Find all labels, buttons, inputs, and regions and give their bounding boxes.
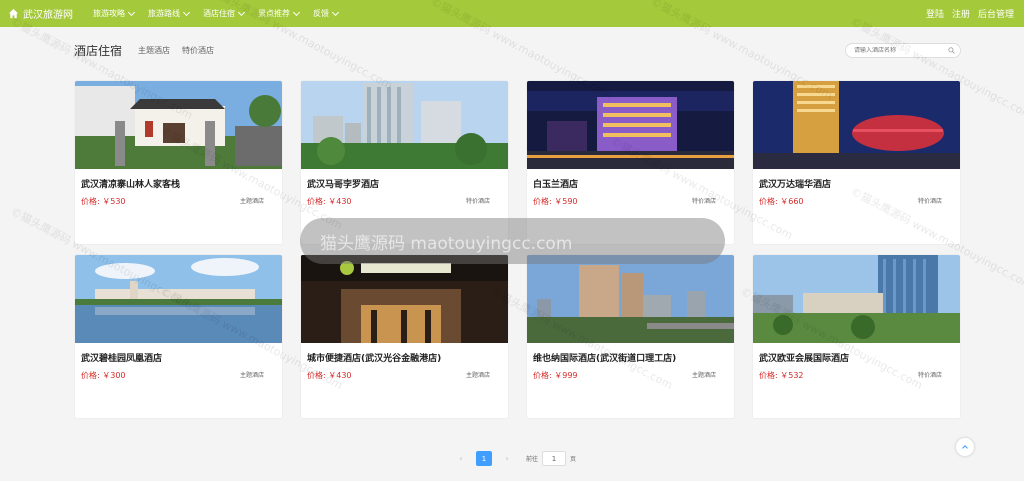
pagination: ‹ 1 › 前往 1 页 <box>456 451 576 466</box>
hotel-search <box>845 43 961 58</box>
hotel-category: 主题酒店 <box>239 372 264 379</box>
chevron-down-icon <box>292 8 301 16</box>
hotel-name: 武汉马哥孛罗酒店 <box>307 180 380 190</box>
main-nav: 旅游攻略 旅游路线 酒店住宿 景点推荐 反馈 <box>93 8 352 19</box>
hotel-price: 价格: ￥532 <box>759 371 804 380</box>
hotel-card[interactable]: 武汉万达瑞华酒店 价格: ￥660 特价酒店 <box>752 80 961 245</box>
hotel-price: 价格: ￥300 <box>81 371 126 380</box>
hotel-photo <box>753 81 960 169</box>
hotel-name: 武汉清凉寨山林人家客栈 <box>81 180 181 190</box>
hotel-price: 价格: ￥430 <box>307 197 352 206</box>
hotel-category: 特价酒店 <box>917 198 942 205</box>
chevron-down-icon <box>127 8 136 16</box>
tab-theme-hotels[interactable]: 主题酒店 <box>138 45 170 56</box>
hotel-name: 武汉万达瑞华酒店 <box>759 180 832 190</box>
page-unit-label: 页 <box>570 456 577 463</box>
hotel-card[interactable]: 城市便捷酒店(武汉光谷金融港店) 价格: ￥430 主题酒店 <box>300 254 509 419</box>
hotel-name: 武汉欧亚会展国际酒店 <box>759 354 850 364</box>
login-link[interactable]: 登陆 <box>926 7 944 20</box>
hotel-category: 特价酒店 <box>465 198 490 205</box>
site-brand[interactable]: 武汉旅游网 <box>8 6 73 21</box>
hotel-photo <box>75 81 282 169</box>
nav-item-travel-routes[interactable]: 旅游路线 <box>148 8 191 19</box>
page-title: 酒店住宿 <box>74 44 123 58</box>
hotel-photo <box>527 255 734 343</box>
hotel-category: 主题酒店 <box>465 372 490 379</box>
page-number-current[interactable]: 1 <box>476 451 492 466</box>
hotel-category: 特价酒店 <box>917 372 942 379</box>
hotel-price: 价格: ￥660 <box>759 197 804 206</box>
hotel-card[interactable]: 武汉清凉寨山林人家客栈 价格: ￥530 主题酒店 <box>74 80 283 245</box>
hotel-name: 白玉兰酒店 <box>533 180 579 190</box>
hotel-photo <box>301 255 508 343</box>
hotel-name: 城市便捷酒店(武汉光谷金融港店) <box>307 354 442 364</box>
hotel-card[interactable]: 武汉碧桂园凤凰酒店 价格: ￥300 主题酒店 <box>74 254 283 419</box>
hotel-card[interactable]: 武汉欧亚会展国际酒店 价格: ￥532 特价酒店 <box>752 254 961 419</box>
hotel-category: 特价酒店 <box>691 198 716 205</box>
chevron-right-icon: › <box>505 454 509 463</box>
chevron-down-icon <box>182 8 191 16</box>
hotel-photo <box>75 255 282 343</box>
chevron-up-icon <box>962 445 968 451</box>
nav-item-feedback[interactable]: 反馈 <box>313 8 340 19</box>
chevron-down-icon <box>331 8 340 16</box>
home-icon <box>8 8 19 19</box>
hotel-price: 价格: ￥430 <box>307 371 352 380</box>
admin-link[interactable]: 后台管理 <box>978 7 1014 20</box>
nav-item-label: 酒店住宿 <box>203 9 235 18</box>
hotel-card[interactable]: 维也纳国际酒店(武汉街道口理工店) 价格: ￥999 主题酒店 <box>526 254 735 419</box>
next-page-button[interactable]: › <box>502 454 512 464</box>
hotel-price: 价格: ￥530 <box>81 197 126 206</box>
chevron-down-icon <box>237 8 246 16</box>
hotel-name: 维也纳国际酒店(武汉街道口理工店) <box>533 354 677 364</box>
back-to-top-button[interactable] <box>956 438 974 456</box>
nav-item-travel-guide[interactable]: 旅游攻略 <box>93 8 136 19</box>
nav-item-label: 旅游路线 <box>148 9 180 18</box>
tab-discount-hotels[interactable]: 特价酒店 <box>182 45 214 56</box>
goto-label: 前往 <box>526 456 539 463</box>
hotel-photo <box>301 81 508 169</box>
hotel-price: 价格: ￥999 <box>533 371 578 380</box>
nav-item-label: 反馈 <box>313 9 329 18</box>
nav-item-label: 旅游攻略 <box>93 9 125 18</box>
brand-label: 武汉旅游网 <box>23 10 73 21</box>
account-links: 登陆 注册 后台管理 <box>918 7 1014 20</box>
hotel-category: 主题酒店 <box>691 372 716 379</box>
hotel-photo <box>527 81 734 169</box>
register-link[interactable]: 注册 <box>952 7 970 20</box>
nav-item-attractions[interactable]: 景点推荐 <box>258 8 301 19</box>
search-input[interactable] <box>854 47 946 54</box>
search-icon[interactable] <box>948 47 955 54</box>
watermark-banner: 猫头鹰源码 maotouyingcc.com <box>300 218 725 264</box>
prev-page-button[interactable]: ‹ <box>456 454 466 464</box>
nav-item-hotels[interactable]: 酒店住宿 <box>203 8 246 19</box>
nav-item-label: 景点推荐 <box>258 9 290 18</box>
top-nav-bar: 武汉旅游网 旅游攻略 旅游路线 酒店住宿 景点推荐 反馈 登陆 注册 后台管理 <box>0 0 1024 27</box>
chevron-left-icon: ‹ <box>459 454 463 463</box>
hotel-name: 武汉碧桂园凤凰酒店 <box>81 354 163 364</box>
hotel-photo <box>753 255 960 343</box>
goto-page-input[interactable]: 1 <box>542 451 567 466</box>
hotel-category: 主题酒店 <box>239 198 264 205</box>
hotel-price: 价格: ￥590 <box>533 197 578 206</box>
